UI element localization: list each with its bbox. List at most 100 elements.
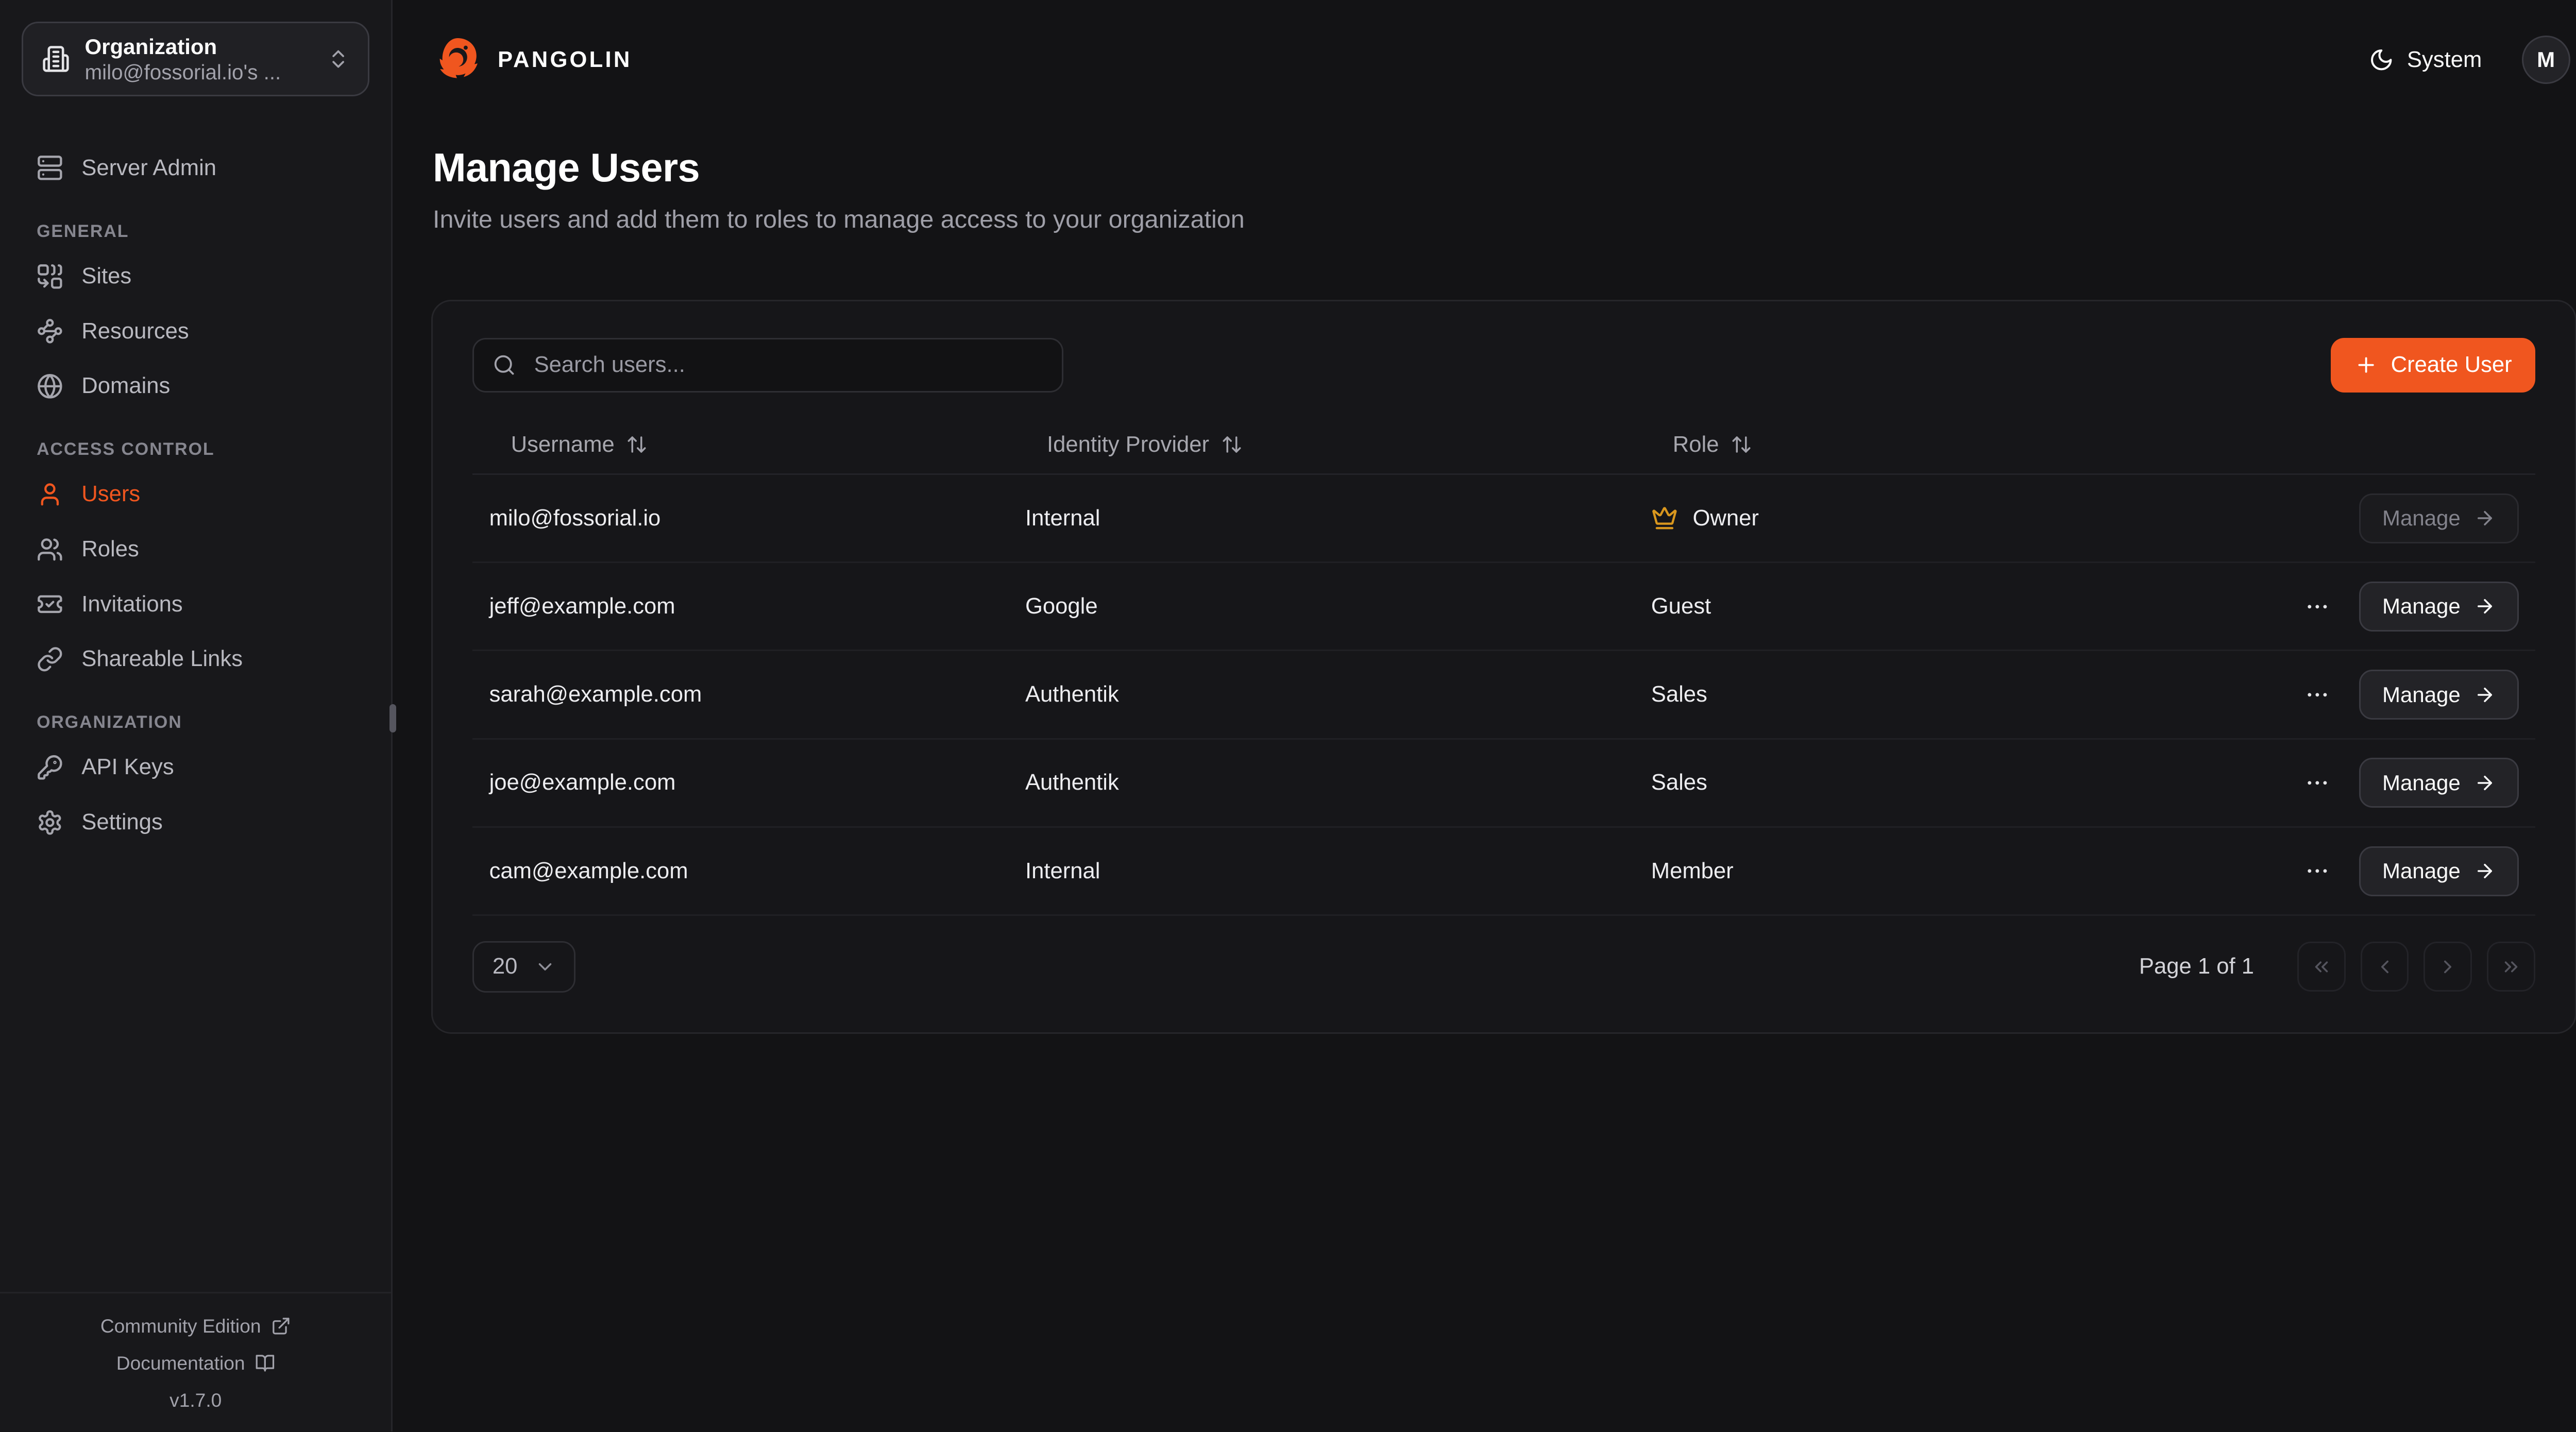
sort-icon [1221,434,1243,455]
manage-button[interactable]: Manage [2359,493,2519,543]
sidebar-item-label: Domains [81,373,170,399]
section-label-access-control: ACCESS CONTROL [22,439,369,459]
sidebar-item-label: API Keys [81,755,174,780]
section-label-general: GENERAL [22,221,369,242]
prev-page-button[interactable] [2361,942,2409,992]
users-card: Create User Username Identity Provider [431,300,2576,1034]
ellipsis-icon [2304,770,2331,796]
chevrons-right-icon [2500,956,2522,978]
community-edition-link[interactable]: Community Edition [100,1315,291,1337]
create-user-button[interactable]: Create User [2331,338,2535,393]
app-root: Organization milo@fossorial.io's ... Ser… [0,0,2576,1431]
book-open-icon [255,1353,275,1373]
table-row: sarah@example.com Authentik Sales Manage [472,651,2535,739]
manage-button[interactable]: Manage [2359,670,2519,720]
sidebar-item-roles[interactable]: Roles [22,524,369,574]
pangolin-logo-icon [433,35,483,85]
ellipsis-icon [2304,681,2331,708]
table-row: joe@example.com Authentik Sales Manage [472,739,2535,827]
row-menu-button[interactable] [2301,855,2334,888]
row-menu-button[interactable] [2301,590,2334,623]
sidebar-item-label: Server Admin [81,156,216,181]
sidebar-item-server-admin[interactable]: Server Admin [22,143,369,193]
sidebar-resize-handle[interactable] [389,704,396,732]
sidebar-item-settings[interactable]: Settings [22,797,369,847]
sidebar-item-label: Resources [81,319,189,344]
avatar[interactable]: M [2522,36,2570,84]
theme-label: System [2407,47,2482,73]
role-cell: Member [1634,827,2050,915]
sidebar-item-domains[interactable]: Domains [22,361,369,411]
username-cell: cam@example.com [472,827,1008,915]
theme-toggle-button[interactable]: System [2359,46,2492,74]
first-page-button[interactable] [2297,942,2346,992]
chevrons-up-down-icon [327,47,350,71]
documentation-link[interactable]: Documentation [116,1352,275,1374]
sidebar-item-sites[interactable]: Sites [22,251,369,301]
column-header-identity-provider: Identity Provider [1009,416,1635,474]
section-label-organization: ORGANIZATION [22,712,369,732]
users-table: Username Identity Provider Role [472,416,2535,916]
role-cell: Sales [1634,739,2050,827]
sidebar-item-label: Users [81,482,140,507]
link-icon [37,646,63,673]
chevron-right-icon [2437,956,2459,978]
idp-cell: Authentik [1009,651,1635,739]
idp-cell: Internal [1009,827,1635,915]
sidebar-item-label: Invitations [81,592,182,617]
column-header-role: Role [1634,416,2050,474]
chevron-left-icon [2374,956,2396,978]
username-cell: sarah@example.com [472,651,1008,739]
table-row: cam@example.com Internal Member Manage [472,827,2535,915]
version-label: v1.7.0 [170,1389,222,1411]
arrow-right-icon [2474,860,2496,882]
page-size-select[interactable]: 20 [472,941,575,993]
building-icon [42,45,70,73]
table-header-row: Username Identity Provider Role [472,416,2535,474]
manage-button[interactable]: Manage [2359,846,2519,896]
sidebar-footer: Community Edition Documentation v1.7.0 [0,1292,391,1431]
org-selector[interactable]: Organization milo@fossorial.io's ... [22,22,369,96]
avatar-initial: M [2537,47,2555,72]
sidebar-item-resources[interactable]: Resources [22,306,369,356]
last-page-button[interactable] [2487,942,2535,992]
table-row: milo@fossorial.io Internal Owner Manage [472,474,2535,562]
row-menu-button[interactable] [2301,678,2334,711]
idp-cell: Google [1009,562,1635,651]
next-page-button[interactable] [2424,942,2472,992]
sidebar-item-label: Sites [81,264,131,289]
key-icon [37,754,63,781]
main-content: PANGOLIN System M Manage Users Invite us… [393,0,2576,1431]
arrow-right-icon [2474,772,2496,794]
arrow-right-icon [2474,684,2496,706]
page-title: Manage Users [433,143,2570,193]
column-header-actions [2050,416,2535,474]
arrow-right-icon [2474,507,2496,529]
search-icon [493,353,516,377]
org-selector-label: Organization [85,33,312,60]
search-input[interactable] [531,351,1044,379]
org-selector-value: milo@fossorial.io's ... [85,60,312,84]
manage-button[interactable]: Manage [2359,758,2519,808]
brand-name: PANGOLIN [498,47,632,73]
role-cell: Guest [1634,562,2050,651]
server-icon [37,155,63,181]
topbar: PANGOLIN System M [393,0,2576,120]
manage-button[interactable]: Manage [2359,582,2519,632]
row-menu-button[interactable] [2301,766,2334,800]
sidebar-item-users[interactable]: Users [22,469,369,519]
page-subtitle: Invite users and add them to roles to ma… [433,203,2570,236]
table-row: jeff@example.com Google Guest Manage [472,562,2535,651]
username-cell: jeff@example.com [472,562,1008,651]
combine-icon [37,263,63,290]
sidebar-item-invitations[interactable]: Invitations [22,579,369,629]
sidebar-item-shareable-links[interactable]: Shareable Links [22,634,369,684]
users-icon [37,536,63,563]
plus-icon [2354,353,2378,377]
external-link-icon [271,1316,291,1336]
sidebar-item-api-keys[interactable]: API Keys [22,743,369,793]
page-header: Manage Users Invite users and add them t… [393,120,2576,236]
globe-icon [37,373,63,400]
sidebar-nav: Server Admin GENERAL Sites Resources Dom… [0,118,391,1291]
ellipsis-icon [2304,858,2331,884]
